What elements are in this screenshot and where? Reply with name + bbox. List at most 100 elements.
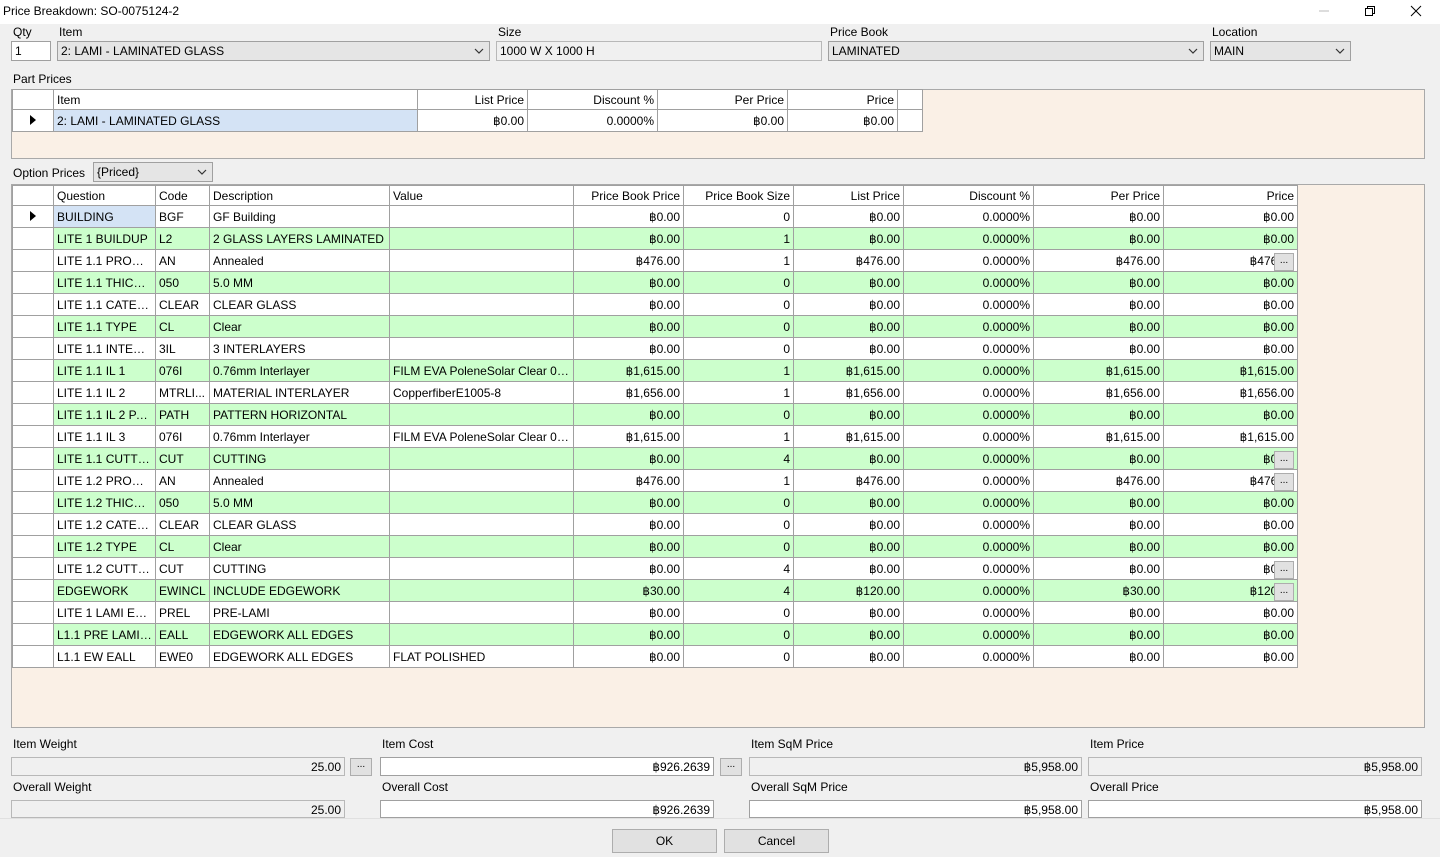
option-row-ellipsis-button[interactable]: ... — [1274, 561, 1294, 579]
description-cell[interactable]: PRE-LAMI — [209, 601, 390, 624]
per-price-cell[interactable]: ฿0.00 — [1033, 491, 1164, 514]
question-cell[interactable]: LITE 1.1 IL 2 — [53, 381, 156, 404]
code-cell[interactable]: EWE0 — [155, 645, 210, 668]
row-header[interactable] — [12, 109, 54, 132]
pricebook-price-cell[interactable]: ฿0.00 — [573, 557, 684, 580]
pricebook-price-cell[interactable]: ฿0.00 — [573, 293, 684, 316]
option-row-ellipsis-button[interactable]: ... — [1274, 583, 1294, 601]
question-cell[interactable]: LITE 1.1 THICKN... — [53, 271, 156, 294]
description-cell[interactable]: MATERIAL INTERLAYER — [209, 381, 390, 404]
list-price-cell[interactable]: ฿0.00 — [793, 557, 904, 580]
row-header[interactable] — [12, 381, 54, 404]
pricebook-price-cell[interactable]: ฿30.00 — [573, 579, 684, 602]
pricebook-size-cell[interactable]: 0 — [683, 205, 794, 228]
code-cell[interactable]: CL — [155, 535, 210, 558]
description-cell[interactable]: 0.76mm Interlayer — [209, 425, 390, 448]
pricebook-price-cell[interactable]: ฿0.00 — [573, 601, 684, 624]
pricebook-size-cell[interactable]: 0 — [683, 491, 794, 514]
row-header[interactable] — [12, 249, 54, 272]
per-price-cell[interactable]: ฿0.00 — [1033, 557, 1164, 580]
code-cell[interactable]: 050 — [155, 271, 210, 294]
discount-cell[interactable]: 0.0000% — [903, 337, 1034, 360]
per-price-cell[interactable]: ฿0.00 — [1033, 601, 1164, 624]
description-cell[interactable]: CUTTING — [209, 447, 390, 470]
value-cell[interactable]: FILM EVA PoleneSolar Clear 0.76 — [389, 359, 574, 382]
row-header[interactable] — [12, 623, 54, 646]
row-header[interactable] — [12, 491, 54, 514]
ok-button[interactable]: OK — [612, 829, 717, 853]
table-row[interactable]: LITE 1.2 CUTTING CUT CUTTING ฿0.00 4 ฿0.00 0.0… — [12, 557, 1298, 580]
col-header-price[interactable]: Price — [1163, 185, 1298, 206]
value-cell[interactable]: FLAT POLISHED — [389, 645, 574, 668]
value-cell[interactable] — [389, 447, 574, 470]
question-cell[interactable]: LITE 1.2 CATEG... — [53, 513, 156, 536]
pricebook-price-cell[interactable]: ฿0.00 — [573, 491, 684, 514]
pricebook-price-cell[interactable]: ฿0.00 — [573, 623, 684, 646]
description-cell[interactable]: Clear — [209, 315, 390, 338]
description-cell[interactable]: CLEAR GLASS — [209, 513, 390, 536]
table-row[interactable]: LITE 1.2 THICKN... 050 5.0 MM ฿0.00 0 ฿0.00 0.… — [12, 491, 1298, 514]
table-row[interactable]: LITE 1.1 IL 2 MTRLI... MATERIAL INTERLAYER… — [12, 381, 1298, 404]
row-header[interactable] — [12, 469, 54, 492]
code-cell[interactable]: MTRLI... — [155, 381, 210, 404]
discount-cell[interactable]: 0.0000% — [903, 469, 1034, 492]
table-row[interactable]: LITE 1 BUILDUP L2 2 GLASS LAYERS LAMINATED… — [12, 227, 1298, 250]
row-header[interactable] — [12, 513, 54, 536]
pricebook-size-cell[interactable]: 1 — [683, 249, 794, 272]
list-price-cell[interactable]: ฿0.00 — [793, 337, 904, 360]
table-row[interactable]: LITE 1.2 TYPE CL Clear ฿0.00 0 ฿0.00 0.0000% ฿0… — [12, 535, 1298, 558]
code-cell[interactable]: 076I — [155, 359, 210, 382]
discount-cell[interactable]: 0.0000% — [903, 535, 1034, 558]
table-row[interactable]: LITE 1.1 TYPE CL Clear ฿0.00 0 ฿0.00 0.0000% ฿0… — [12, 315, 1298, 338]
close-button[interactable] — [1393, 0, 1439, 22]
description-cell[interactable]: PATTERN HORIZONTAL — [209, 403, 390, 426]
discount-cell[interactable]: 0.0000% — [903, 425, 1034, 448]
list-price-cell[interactable]: ฿0.00 — [793, 293, 904, 316]
row-header[interactable] — [12, 359, 54, 382]
description-cell[interactable]: 2 GLASS LAYERS LAMINATED — [209, 227, 390, 250]
per-price-cell[interactable]: ฿1,615.00 — [1033, 425, 1164, 448]
per-price-cell[interactable]: ฿30.00 — [1033, 579, 1164, 602]
per-price-cell[interactable]: ฿0.00 — [1033, 513, 1164, 536]
per-price-cell[interactable]: ฿0.00 — [1033, 271, 1164, 294]
pricebook-price-cell[interactable]: ฿476.00 — [573, 249, 684, 272]
part-discount-cell[interactable]: 0.0000% — [527, 109, 658, 132]
list-price-cell[interactable]: ฿476.00 — [793, 469, 904, 492]
list-price-cell[interactable]: ฿0.00 — [793, 403, 904, 426]
part-list-price-cell[interactable]: ฿0.00 — [417, 109, 528, 132]
per-price-cell[interactable]: ฿0.00 — [1033, 227, 1164, 250]
list-price-cell[interactable]: ฿476.00 — [793, 249, 904, 272]
pricebook-size-cell[interactable]: 0 — [683, 513, 794, 536]
description-cell[interactable]: Annealed — [209, 249, 390, 272]
col-header-per-price[interactable]: Per Price — [1033, 185, 1164, 206]
price-cell[interactable]: ฿1,615.00 — [1163, 425, 1298, 448]
discount-cell[interactable]: 0.0000% — [903, 271, 1034, 294]
code-cell[interactable]: CUT — [155, 557, 210, 580]
pricebook-select[interactable]: LAMINATED — [828, 41, 1204, 61]
col-header-question[interactable]: Question — [53, 185, 156, 206]
pricebook-price-cell[interactable]: ฿0.00 — [573, 645, 684, 668]
qty-input[interactable]: 1 — [11, 41, 51, 61]
pricebook-size-cell[interactable]: 1 — [683, 359, 794, 382]
list-price-cell[interactable]: ฿1,615.00 — [793, 359, 904, 382]
row-header[interactable] — [12, 205, 54, 228]
code-cell[interactable]: AN — [155, 469, 210, 492]
list-price-cell[interactable]: ฿0.00 — [793, 447, 904, 470]
per-price-cell[interactable]: ฿0.00 — [1033, 447, 1164, 470]
code-cell[interactable]: EALL — [155, 623, 210, 646]
table-row[interactable]: L1.1 PRE LAMI E... EALL EDGEWORK ALL EDGES… — [12, 623, 1298, 646]
question-cell[interactable]: LITE 1.2 THICKN... — [53, 491, 156, 514]
per-price-cell[interactable]: ฿0.00 — [1033, 623, 1164, 646]
row-header[interactable] — [12, 557, 54, 580]
list-price-cell[interactable]: ฿0.00 — [793, 315, 904, 338]
question-cell[interactable]: LITE 1.1 PROCE... — [53, 249, 156, 272]
per-price-cell[interactable]: ฿0.00 — [1033, 535, 1164, 558]
code-cell[interactable]: CL — [155, 315, 210, 338]
code-cell[interactable]: CUT — [155, 447, 210, 470]
pricebook-size-cell[interactable]: 0 — [683, 315, 794, 338]
description-cell[interactable]: 5.0 MM — [209, 271, 390, 294]
value-cell[interactable] — [389, 403, 574, 426]
value-cell[interactable] — [389, 227, 574, 250]
pricebook-size-cell[interactable]: 1 — [683, 469, 794, 492]
per-price-cell[interactable]: ฿476.00 — [1033, 469, 1164, 492]
